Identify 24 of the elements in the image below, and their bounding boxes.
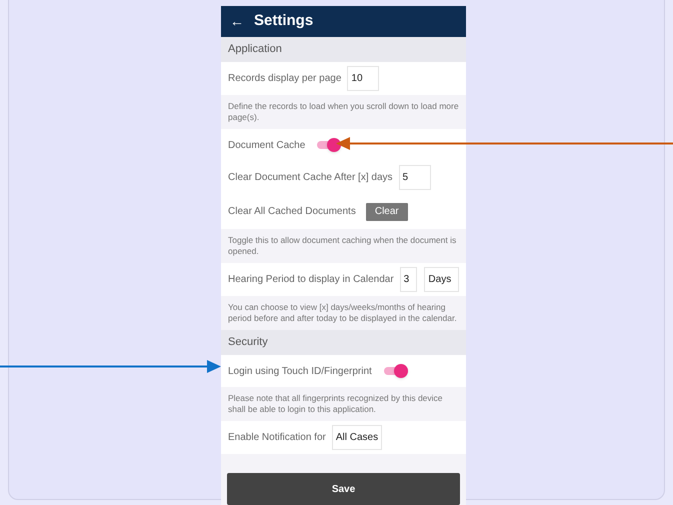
- unit-dropdown[interactable]: Days: [424, 267, 459, 292]
- toggle-switch[interactable]: [384, 364, 408, 378]
- page-title: Settings: [254, 11, 314, 32]
- setting-label: Login using Touch ID/Fingerprint: [228, 364, 372, 378]
- section-title: Application: [228, 42, 282, 58]
- hint-text: Define the records to load when you scroll down to load more page(s).: [228, 101, 459, 123]
- setting-label: Clear All Cached Documents: [228, 205, 356, 219]
- setting-label: Clear Document Cache After [x] days: [228, 171, 393, 185]
- input-field[interactable]: 5: [398, 165, 431, 190]
- input-field[interactable]: All Cases: [332, 425, 382, 450]
- hint-text: Toggle this to allow document caching when the document is opened.: [228, 235, 458, 257]
- clear-button[interactable]: Clear: [366, 202, 408, 220]
- input-field[interactable]: 3: [400, 267, 418, 292]
- setting-label: Enable Notification for: [228, 431, 326, 445]
- hint-text: Please note that all fingerprints recognized by this device shall be able to login to this application.: [228, 393, 444, 415]
- save-button[interactable]: Save: [227, 473, 460, 505]
- hint-text: You can choose to view [x] days/weeks/months of hearing period before and after today to be displayed in the calendar.: [228, 302, 458, 324]
- back-button[interactable]: ←: [230, 11, 244, 32]
- input-field[interactable]: 10: [347, 66, 380, 91]
- toggle-switch[interactable]: [317, 138, 342, 152]
- section-title: Security: [228, 335, 268, 350]
- setting-label: Records display per page: [228, 72, 342, 86]
- setting-label: Document Cache: [228, 138, 306, 152]
- setting-label: Hearing Period to display in Calendar: [228, 273, 394, 287]
